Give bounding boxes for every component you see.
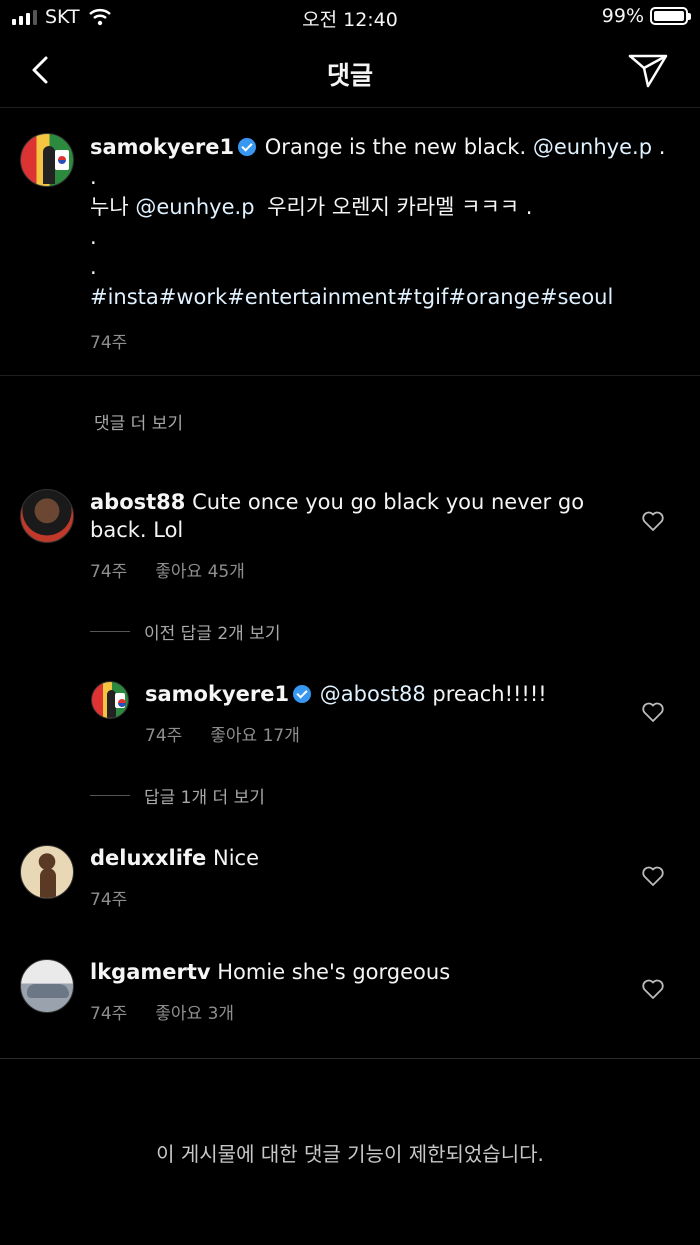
page-title: 댓글 xyxy=(326,61,373,90)
comment-username[interactable]: deluxxlife xyxy=(90,846,206,870)
comment-body: Homie she's gorgeous xyxy=(217,960,451,984)
heart-icon[interactable] xyxy=(641,510,665,532)
comment-username[interactable]: abost88 xyxy=(90,490,185,514)
caption-time: 74주 xyxy=(90,333,128,353)
comment-meta: 74주 좋아요 3개 xyxy=(90,999,234,1024)
reply-text: samokyere1 @abost88 preach!!!!! xyxy=(145,679,615,709)
comment-meta: 74주 xyxy=(90,885,127,910)
avatar[interactable] xyxy=(20,845,74,899)
previous-replies-toggle[interactable]: 이전 답글 2개 보기 xyxy=(90,619,281,644)
caption-text: samokyere1 Orange is the new black. @eun… xyxy=(90,132,680,312)
avatar[interactable] xyxy=(20,959,74,1013)
avatar[interactable] xyxy=(91,681,129,719)
more-replies-label: 답글 1개 더 보기 xyxy=(144,788,265,808)
comment-text: abost88 Cute once you go black you never… xyxy=(90,488,610,544)
battery-icon xyxy=(650,7,691,25)
caption-line1-end: . xyxy=(658,135,666,159)
status-bar: SKT 오전 12:40 99% xyxy=(0,0,700,36)
caption-line4: . xyxy=(90,225,97,249)
verified-icon xyxy=(238,138,257,156)
comment-time: 74주 xyxy=(90,890,128,910)
reply-time: 74주 xyxy=(145,726,183,746)
verified-icon xyxy=(293,685,312,703)
caption-hashtags[interactable]: #insta#work#entertainment#tgif#orange#se… xyxy=(90,282,680,312)
reply-username[interactable]: samokyere1 xyxy=(145,682,289,706)
comment-likes[interactable]: 좋아요 45개 xyxy=(155,557,245,582)
send-icon[interactable] xyxy=(626,50,670,90)
view-more-comments[interactable]: 댓글 더 보기 xyxy=(94,409,183,434)
comment-time: 74주 xyxy=(90,1004,128,1024)
battery-fill xyxy=(654,11,684,21)
caption-meta: 74주 xyxy=(90,328,127,353)
caption-mention[interactable]: @eunhye.p xyxy=(533,135,652,159)
caption-mention-2[interactable]: @eunhye.p xyxy=(135,195,254,219)
divider xyxy=(0,1058,700,1059)
post-caption: samokyere1 Orange is the new black. @eun… xyxy=(0,108,700,376)
caption-line2: . xyxy=(90,165,97,189)
previous-replies-label: 이전 답글 2개 보기 xyxy=(144,624,281,644)
caption-username[interactable]: samokyere1 xyxy=(90,135,234,159)
comment-likes[interactable]: 좋아요 3개 xyxy=(155,999,234,1024)
comment-meta: 74주 좋아요 45개 xyxy=(90,557,245,582)
caption-line1: Orange is the new black. xyxy=(264,135,527,159)
status-time: 오전 12:40 xyxy=(302,9,398,31)
reply-likes[interactable]: 좋아요 17개 xyxy=(210,721,300,746)
reply-body: preach!!!!! xyxy=(432,682,547,706)
reply-meta: 74주 좋아요 17개 xyxy=(145,721,300,746)
caption-line5: . xyxy=(90,255,97,279)
battery-percent: 99% xyxy=(601,5,644,27)
avatar[interactable] xyxy=(20,133,74,187)
nav-bar: 댓글 xyxy=(0,36,700,108)
comment-body: Nice xyxy=(212,846,259,870)
heart-icon[interactable] xyxy=(641,701,665,723)
comment-text: deluxxlife Nice xyxy=(90,843,610,873)
comment-text: lkgamertv Homie she's gorgeous xyxy=(90,957,610,987)
caption-line3-pre: 누나 xyxy=(90,195,129,219)
comment-username[interactable]: lkgamertv xyxy=(90,960,211,984)
comment-time: 74주 xyxy=(90,562,128,582)
heart-icon[interactable] xyxy=(641,978,665,1000)
caption-line3-post: 우리가 오렌지 카라멜 ㅋㅋㅋ . xyxy=(267,195,533,219)
comments-restricted-notice: 이 게시물에 대한 댓글 기능이 제한되었습니다. xyxy=(156,1142,544,1166)
reply-mention[interactable]: @abost88 xyxy=(320,682,426,706)
status-right: 99% xyxy=(601,5,691,27)
avatar[interactable] xyxy=(20,489,74,543)
more-replies-toggle[interactable]: 답글 1개 더 보기 xyxy=(90,783,265,808)
heart-icon[interactable] xyxy=(641,865,665,887)
